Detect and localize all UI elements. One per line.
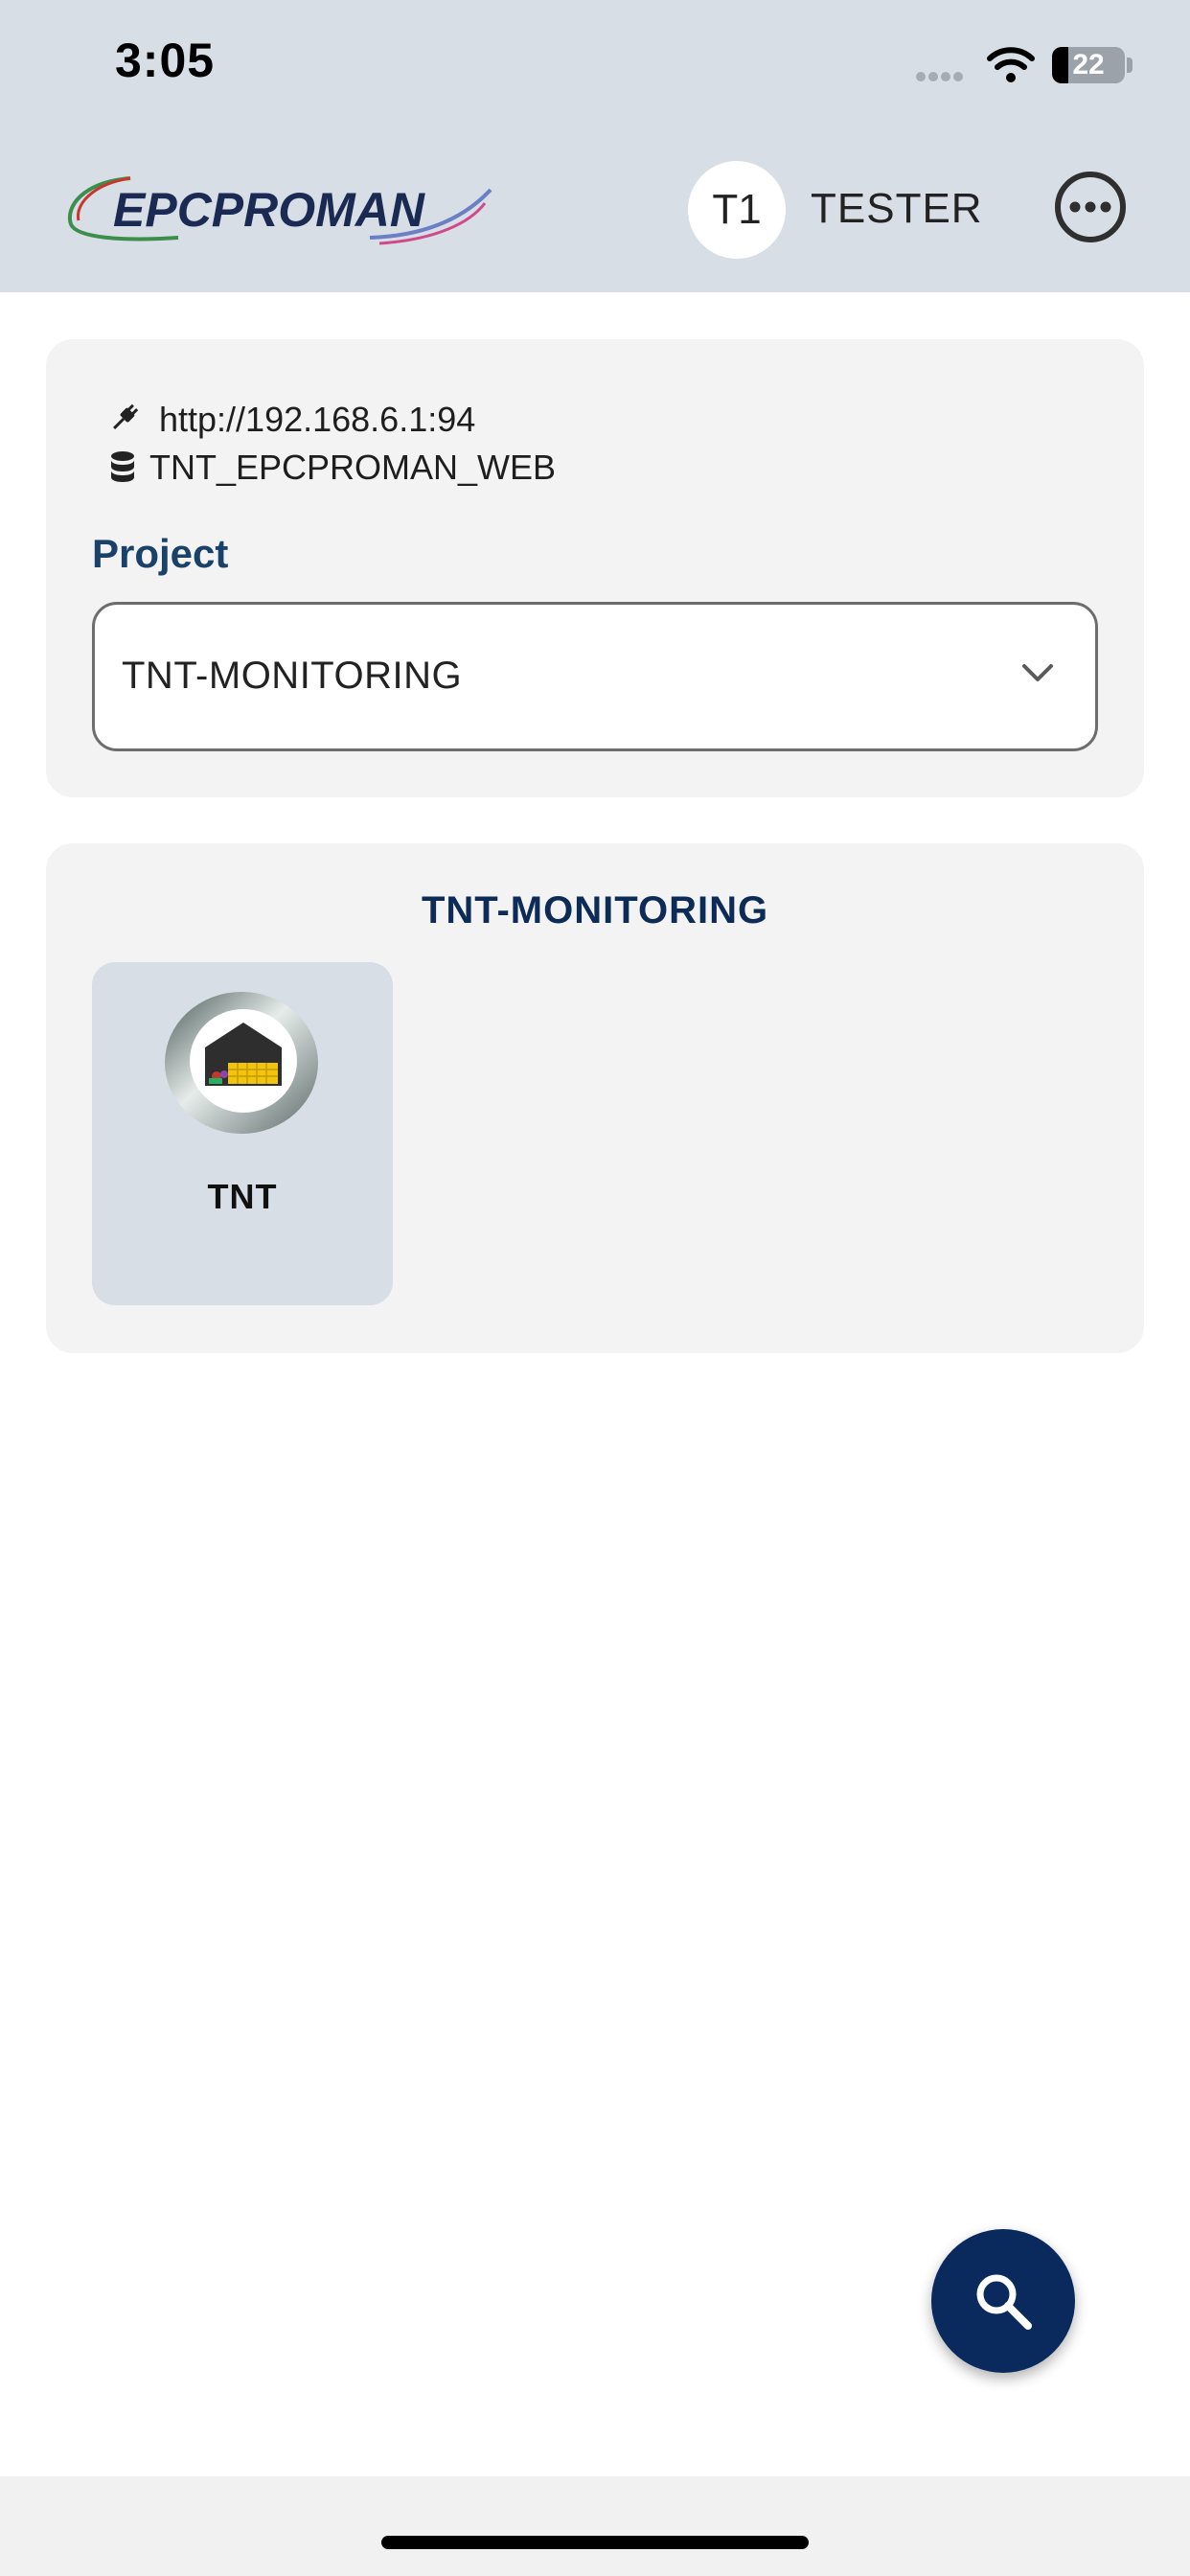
cellular-signal-icon [916,69,972,82]
search-button[interactable] [931,2229,1075,2373]
app-logo: EPCPROMAN [63,169,494,255]
modules-card-title: TNT-MONITORING [421,889,769,932]
wifi-icon [987,47,1035,82]
home-indicator[interactable] [381,2536,809,2549]
project-label: Project [92,531,229,576]
avatar[interactable]: T1 [688,161,786,259]
user-name[interactable]: TESTER [811,185,983,233]
more-horizontal-circle-icon[interactable] [1054,171,1127,243]
chevron-down-icon [1022,664,1053,681]
logo-text: EPCPROMAN [113,183,425,237]
battery-level: 22 [1072,49,1105,80]
plug-icon [113,403,139,429]
server-url: http://192.168.6.1:94 [159,400,476,439]
module-tile-label[interactable]: TNT [92,1177,393,1217]
project-select[interactable]: TNT-MONITORING [92,602,1098,751]
status-time: 3:05 [115,34,216,87]
warehouse-icon[interactable] [161,990,322,1136]
battery-icon: 22 [1052,47,1125,83]
database-name: TNT_EPCPROMAN_WEB [149,448,557,487]
bottom-bar [0,2476,1190,2576]
project-select-value: TNT-MONITORING [122,655,463,697]
database-icon [111,451,134,482]
search-icon [976,2274,1032,2330]
battery-tip [1127,58,1133,73]
